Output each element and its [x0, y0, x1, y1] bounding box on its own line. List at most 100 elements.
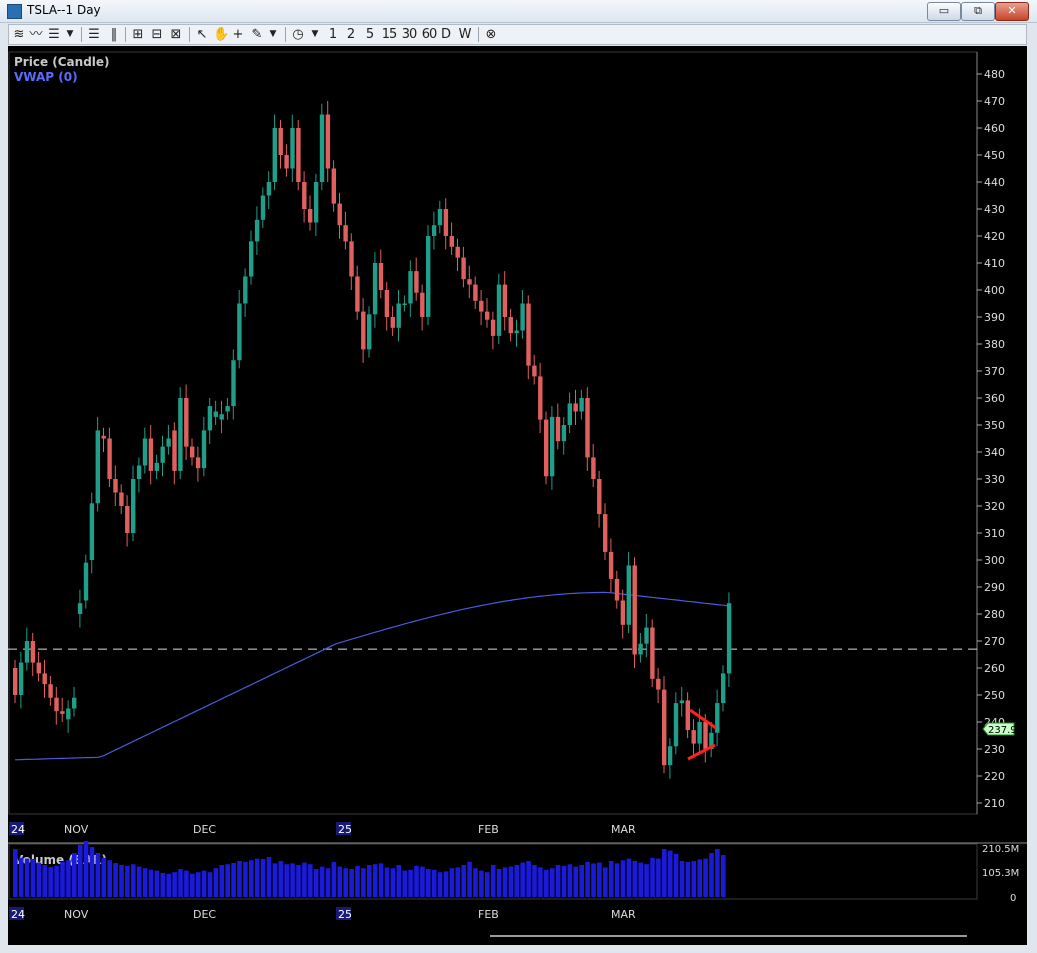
candle-body	[691, 730, 696, 744]
zoom-out-icon[interactable]: ⊟	[150, 27, 164, 42]
hlines-icon[interactable]: ☰	[87, 27, 101, 42]
candle-body	[384, 290, 390, 317]
candle-body	[650, 627, 655, 679]
clock-icon[interactable]: ◷	[291, 27, 305, 42]
period-week-button[interactable]: W	[458, 27, 472, 42]
volume-bar	[508, 866, 514, 897]
volume-bar	[48, 867, 53, 897]
candle-body	[567, 403, 572, 425]
zoom-fit-icon[interactable]: ⊠	[169, 27, 183, 42]
candle-body	[349, 241, 354, 277]
price-y-tick-label: 300	[984, 554, 1005, 567]
volume-bar	[278, 861, 284, 897]
candle-body	[390, 317, 395, 328]
candle-body	[331, 168, 336, 204]
crosshair-icon[interactable]: +	[231, 27, 245, 42]
volume-bar	[24, 858, 30, 897]
volume-bar	[679, 861, 685, 897]
volume-bar	[266, 857, 272, 897]
volume-bar	[331, 861, 337, 897]
dropdown-arrow-icon[interactable]: ▼	[310, 27, 320, 42]
chart-svg[interactable]: 480 470 460 450 440 430 420 410 400 390 380 370 360 3…	[8, 46, 1027, 945]
volume-bar	[544, 869, 549, 897]
volume-bar	[372, 864, 378, 897]
pencil-icon[interactable]: ✎	[250, 27, 264, 42]
pointer-icon[interactable]: ↖	[195, 27, 209, 42]
period-30-button[interactable]: 30	[400, 27, 418, 42]
bars-icon[interactable]: ☰	[47, 27, 61, 42]
vlines-icon[interactable]: ‖	[107, 27, 121, 42]
volume-bar	[638, 862, 643, 897]
volume-x-tick-label: 24	[11, 908, 25, 921]
volume-bar	[479, 870, 484, 897]
line-icon[interactable]: 〰	[29, 27, 43, 42]
hand-icon[interactable]: ✋	[213, 27, 229, 42]
candle-body	[201, 430, 207, 469]
candle-body	[662, 689, 667, 766]
candle-body	[490, 319, 496, 336]
volume-bar	[426, 869, 431, 897]
candle-body	[343, 225, 348, 242]
candle-body	[603, 514, 608, 552]
volume-bar	[697, 859, 702, 897]
period-2-button[interactable]: 2	[345, 27, 357, 42]
candle-body	[131, 479, 136, 533]
period-60-button[interactable]: 60	[420, 27, 438, 42]
candle-body	[219, 414, 224, 420]
candle-body	[36, 662, 41, 674]
chart-area[interactable]: 480 470 460 450 440 430 420 410 400 390 380 370 360 3…	[8, 46, 1027, 945]
dropdown-arrow-icon[interactable]: ▼	[268, 27, 278, 42]
candle-body	[626, 565, 631, 625]
volume-x-tick-label: NOV	[64, 908, 89, 921]
candle-body	[337, 203, 342, 226]
candle-body	[378, 263, 384, 290]
close-button[interactable]: ✕	[995, 2, 1029, 21]
current-price-flag: 237.9	[982, 722, 1017, 736]
volume-bar	[166, 873, 171, 897]
volume-bar	[290, 863, 295, 897]
volume-bar	[402, 870, 407, 897]
horizontal-scrollbar[interactable]	[490, 935, 967, 937]
volume-bar	[520, 862, 525, 897]
volume-bar	[201, 870, 207, 897]
volume-bar	[673, 853, 679, 897]
restore-button[interactable]: ⧉	[961, 2, 995, 21]
volume-bar	[408, 869, 413, 897]
period-15-button[interactable]: 15	[380, 27, 398, 42]
candle-body	[703, 722, 708, 749]
chart-type-icon[interactable]: ≋	[12, 27, 26, 42]
volume-bar	[431, 869, 437, 897]
dropdown-arrow-icon[interactable]: ▼	[65, 27, 75, 42]
candle-body	[95, 430, 100, 504]
candle-body	[632, 565, 637, 655]
volume-bar	[77, 845, 83, 897]
candle-body	[656, 678, 661, 690]
price-y-tick-label: 280	[984, 608, 1005, 621]
volume-bar	[709, 853, 714, 897]
volume-bar	[72, 853, 77, 897]
candle-body	[254, 219, 260, 242]
candle-body	[313, 182, 319, 223]
candle-body	[260, 195, 266, 220]
volume-bar	[561, 865, 567, 897]
period-day-button[interactable]: D	[440, 27, 452, 42]
volume-bar	[284, 864, 289, 897]
volume-x-axis: 24 NOV DEC 25 FEB MAR	[9, 907, 636, 921]
candle-body	[243, 276, 248, 304]
candle-body	[66, 708, 71, 720]
volume-bar	[95, 853, 101, 897]
price-y-tick-label: 370	[984, 365, 1005, 378]
zoom-in-icon[interactable]: ⊞	[131, 27, 145, 42]
volume-bar	[30, 859, 36, 897]
volume-bar	[526, 861, 531, 897]
minimize-button[interactable]: ▭	[927, 2, 961, 21]
period-1-button[interactable]: 1	[327, 27, 339, 42]
volume-bar	[13, 849, 18, 897]
volume-bar	[691, 861, 697, 897]
volume-bar	[443, 871, 449, 897]
circle-x-icon[interactable]: ⊗	[483, 27, 499, 42]
candle-body	[372, 263, 378, 315]
price-plot-frame	[8, 51, 978, 815]
period-5-button[interactable]: 5	[364, 27, 376, 42]
price-y-tick-label: 350	[984, 419, 1005, 432]
